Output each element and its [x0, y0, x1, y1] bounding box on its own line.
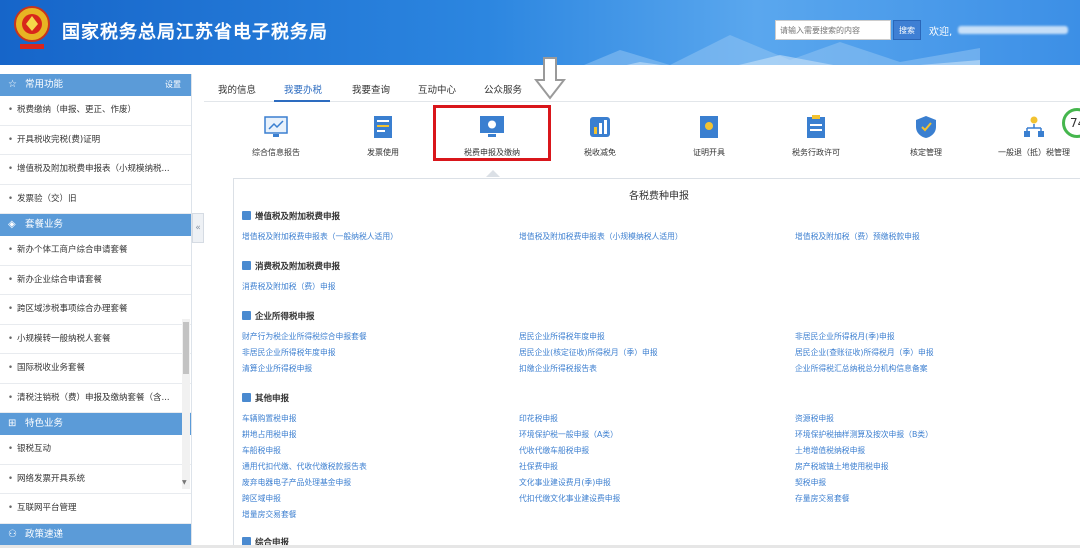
tab-bar: 我的信息 我要办税 我要查询 互动中心 公众服务: [204, 74, 1080, 102]
highlight-box: [433, 105, 551, 161]
redacted-username: [958, 26, 1068, 34]
declare-link[interactable]: 跨区域申报: [242, 493, 281, 504]
tab-do-tax[interactable]: 我要办税: [284, 82, 322, 96]
func-verification[interactable]: 核定管理: [901, 114, 951, 158]
grid-icon: ⊞: [8, 418, 17, 429]
tax-emblem-logo: [14, 6, 50, 49]
settings-link[interactable]: 设置: [165, 74, 181, 96]
declare-link[interactable]: 居民企业(核定征收)所得税月（季）申报: [519, 347, 658, 358]
sidebar-item[interactable]: 银税互动: [0, 435, 191, 465]
section-taocan[interactable]: ◈ 套餐业务: [0, 214, 191, 236]
declare-link[interactable]: 社保费申报: [519, 461, 558, 472]
declare-link[interactable]: 代收代缴车船税申报: [519, 445, 589, 456]
category-vat: 增值税及附加税费申报: [242, 210, 340, 222]
declare-link[interactable]: 房产税城镇土地使用税申报: [795, 461, 889, 472]
sidebar-item[interactable]: 增值税及附加税费申报表（小规模纳税...: [0, 155, 191, 185]
declare-link[interactable]: 车船税申报: [242, 445, 281, 456]
declare-link[interactable]: 印花税申报: [519, 413, 558, 424]
func-invoice-use[interactable]: 发票使用: [355, 114, 411, 158]
sidebar-item[interactable]: 网络发票开具系统: [0, 465, 191, 494]
func-certificate[interactable]: 证明开具: [683, 114, 735, 158]
sidebar-scroll-thumb[interactable]: [183, 322, 189, 374]
declare-link[interactable]: 扣缴企业所得税报告表: [519, 363, 597, 374]
star-icon: ☆: [8, 79, 17, 90]
sidebar-item[interactable]: 新办企业综合申请套餐: [0, 266, 191, 295]
declaration-panel: 各税费种申报 增值税及附加税费申报 增值税及附加税费申报表（一般纳税人适用） 增…: [233, 178, 1080, 548]
sidebar-item[interactable]: 新办个体工商户综合申请套餐: [0, 236, 191, 266]
declare-link[interactable]: 企业所得税汇总纳税总分机构信息备案: [795, 363, 928, 374]
sidebar-item[interactable]: 开具税收完税(费)证明: [0, 126, 191, 155]
chart-board-icon: [263, 114, 289, 140]
declare-link[interactable]: 资源税申报: [795, 413, 834, 424]
declare-link[interactable]: 契税申报: [795, 477, 826, 488]
sidebar-item[interactable]: 税费缴纳（申报、更正、作废）: [0, 96, 191, 126]
declare-link[interactable]: 清算企业所得税申报: [242, 363, 312, 374]
tab-interaction[interactable]: 互动中心: [418, 82, 456, 96]
declare-link[interactable]: 耕地占用税申报: [242, 429, 297, 440]
sidebar-item[interactable]: 小规模转一般纳税人套餐: [0, 325, 191, 354]
func-info-report[interactable]: 综合信息报告: [246, 114, 306, 158]
bar-chart-icon: [587, 114, 613, 140]
section-changyong[interactable]: ☆ 常用功能 设置: [0, 74, 191, 96]
section-tese[interactable]: ⊞ 特色业务: [0, 413, 191, 435]
declare-link[interactable]: 居民企业所得税年度申报: [519, 331, 605, 342]
declare-link[interactable]: 财产行为税企业所得税综合申报套餐: [242, 331, 367, 342]
sidebar-item[interactable]: 跨区域涉税事项综合办理套餐: [0, 295, 191, 325]
tab-public-service[interactable]: 公众服务: [484, 82, 522, 96]
category-consumption: 消费税及附加税费申报: [242, 260, 340, 272]
declare-link[interactable]: 非居民企业所得税年度申报: [242, 347, 336, 358]
sidebar-item[interactable]: 国际税收业务套餐: [0, 354, 191, 384]
category-icon: [242, 261, 251, 270]
certificate-icon: [696, 114, 722, 140]
func-admin-permit[interactable]: 税务行政许可: [786, 114, 846, 158]
declare-link[interactable]: 通用代扣代缴、代收代缴税款报告表: [242, 461, 367, 472]
site-title: 国家税务总局江苏省电子税务局: [62, 22, 328, 43]
declare-link[interactable]: 废弃电器电子产品处理基金申报: [242, 477, 351, 488]
declare-link[interactable]: 车辆购置税申报: [242, 413, 297, 424]
document-icon: [370, 114, 396, 140]
declare-link[interactable]: 代扣代缴文化事业建设费申报: [519, 493, 620, 504]
sidebar-item[interactable]: 清税注销税（费）申报及缴纳套餐（含...: [0, 384, 191, 413]
panel-pointer: [486, 170, 500, 177]
collapse-sidebar-button[interactable]: «: [192, 213, 204, 243]
sidebar-item[interactable]: 发票验（交）旧: [0, 185, 191, 214]
search-input[interactable]: [775, 20, 891, 40]
panel-title: 各税费种申报: [629, 191, 689, 202]
sidebar-item[interactable]: 互联网平台管理: [0, 494, 191, 524]
tab-my-info[interactable]: 我的信息: [218, 82, 256, 96]
sidebar: ☆常用功能设置 税费缴纳（申报、更正、作废） 开具税收完税(费)证明 增值税及附…: [0, 74, 192, 548]
declare-link[interactable]: 土地增值税纳税申报: [795, 445, 865, 456]
org-chart-icon: [1021, 114, 1047, 140]
shield-icon: [913, 114, 939, 140]
declare-link[interactable]: 居民企业(查账征收)所得税月（季）申报: [795, 347, 934, 358]
category-icon: [242, 393, 251, 402]
active-tab-underline: [274, 100, 330, 102]
layers-icon: ◈: [8, 219, 16, 230]
declare-link[interactable]: 环境保护税一般申报（A类）: [519, 429, 618, 440]
func-tax-relief[interactable]: 税收减免: [574, 114, 626, 158]
declare-link[interactable]: 增值税及附加税费申报表（一般纳税人适用）: [242, 231, 398, 242]
tab-query[interactable]: 我要查询: [352, 82, 390, 96]
section-zhengce[interactable]: ⚇ 政策速递: [0, 523, 191, 546]
category-icon: [242, 211, 251, 220]
person-icon: ⚇: [8, 528, 17, 540]
category-income: 企业所得税申报: [242, 310, 315, 322]
declare-link[interactable]: 非居民企业所得税月(季)申报: [795, 331, 895, 342]
declare-link[interactable]: 增值税及附加税（费）预缴税款申报: [795, 231, 920, 242]
search-button[interactable]: 搜索: [893, 20, 921, 40]
welcome-text: 欢迎,: [929, 27, 953, 38]
declare-link[interactable]: 增值税及附加税费申报表（小规模纳税人适用）: [519, 231, 683, 242]
clipboard-icon: [803, 114, 829, 140]
category-other: 其他申报: [242, 392, 289, 404]
declare-link[interactable]: 消费税及附加税（费）申报: [242, 281, 336, 292]
scroll-down-icon[interactable]: ▼: [182, 479, 187, 486]
category-icon: [242, 311, 251, 320]
declare-link[interactable]: 存量房交易套餐: [795, 493, 850, 504]
arrow-down-annotation: [534, 57, 566, 100]
declare-link[interactable]: 环境保护税抽样测算及按次申报（B类）: [795, 429, 933, 440]
declare-link[interactable]: 增量房交易套餐: [242, 509, 297, 520]
declare-link[interactable]: 文化事业建设费月(季)申报: [519, 477, 611, 488]
